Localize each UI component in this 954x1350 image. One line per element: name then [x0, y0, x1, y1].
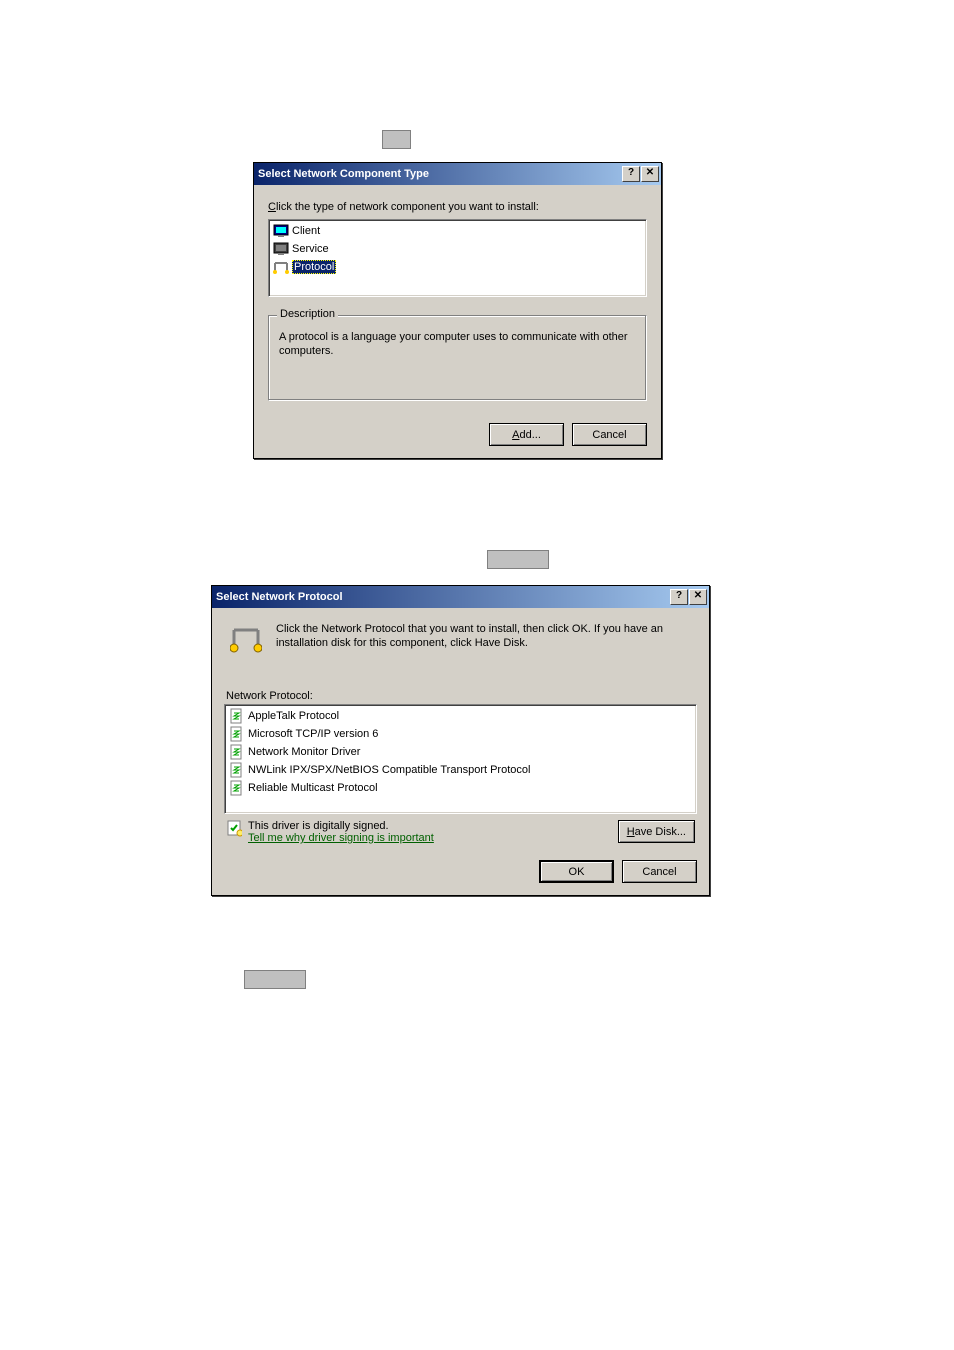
- protocol-item-label: AppleTalk Protocol: [248, 710, 339, 722]
- close-button[interactable]: ✕: [689, 589, 707, 605]
- placeholder-mid: [487, 550, 549, 569]
- component-item-label: Service: [292, 243, 329, 255]
- protocol-icon: [273, 259, 289, 275]
- component-item-label: Protocol: [292, 260, 336, 274]
- titlebar: Select Network Component Type ? ✕: [254, 163, 661, 185]
- cancel-button[interactable]: Cancel: [622, 860, 697, 883]
- signed-text: This driver is digitally signed.: [248, 820, 434, 832]
- description-legend: Description: [277, 308, 338, 320]
- add-button[interactable]: Add...: [489, 423, 564, 446]
- titlebar: Select Network Protocol ? ✕: [212, 586, 709, 608]
- protocol-item[interactable]: Reliable Multicast Protocol: [227, 779, 694, 797]
- cancel-button[interactable]: Cancel: [572, 423, 647, 446]
- description-group: Description A protocol is a language you…: [268, 315, 647, 401]
- component-item-service[interactable]: Service: [271, 240, 644, 258]
- component-type-list[interactable]: Client Service Protocol: [268, 219, 647, 297]
- protocol-item-label: Network Monitor Driver: [248, 746, 360, 758]
- instruction-text: Click the type of network component you …: [268, 201, 647, 213]
- service-icon: [273, 241, 289, 257]
- signed-icon: [226, 820, 242, 836]
- have-disk-button[interactable]: Have Disk...: [618, 820, 695, 843]
- description-text: A protocol is a language your computer u…: [279, 330, 636, 358]
- placeholder-bottom: [244, 970, 306, 989]
- protocol-item-label: Reliable Multicast Protocol: [248, 782, 378, 794]
- protocol-item[interactable]: Network Monitor Driver: [227, 743, 694, 761]
- inf-icon: [229, 744, 245, 760]
- client-icon: [273, 223, 289, 239]
- protocol-item[interactable]: AppleTalk Protocol: [227, 707, 694, 725]
- intro-text: Click the Network Protocol that you want…: [276, 622, 691, 650]
- driver-signing-link[interactable]: Tell me why driver signing is important: [248, 832, 434, 844]
- select-component-type-dialog: Select Network Component Type ? ✕ Click …: [253, 162, 662, 459]
- protocol-item[interactable]: NWLink IPX/SPX/NetBIOS Compatible Transp…: [227, 761, 694, 779]
- component-item-client[interactable]: Client: [271, 222, 644, 240]
- protocol-list[interactable]: AppleTalk Protocol Microsoft TCP/IP vers…: [224, 704, 697, 814]
- list-label: Network Protocol:: [226, 690, 695, 702]
- protocol-large-icon: [230, 622, 262, 654]
- inf-icon: [229, 726, 245, 742]
- inf-icon: [229, 708, 245, 724]
- protocol-item-label: Microsoft TCP/IP version 6: [248, 728, 378, 740]
- inf-icon: [229, 762, 245, 778]
- placeholder-top: [382, 130, 411, 149]
- help-button[interactable]: ?: [622, 166, 640, 182]
- inf-icon: [229, 780, 245, 796]
- close-button[interactable]: ✕: [641, 166, 659, 182]
- protocol-item-label: NWLink IPX/SPX/NetBIOS Compatible Transp…: [248, 764, 530, 776]
- component-item-protocol[interactable]: Protocol: [271, 258, 644, 276]
- help-button[interactable]: ?: [670, 589, 688, 605]
- component-item-label: Client: [292, 225, 320, 237]
- select-network-protocol-dialog: Select Network Protocol ? ✕ Click the Ne…: [211, 585, 710, 896]
- ok-button[interactable]: OK: [539, 860, 614, 883]
- dialog-title: Select Network Protocol: [216, 591, 343, 603]
- dialog-title: Select Network Component Type: [258, 168, 429, 180]
- protocol-item[interactable]: Microsoft TCP/IP version 6: [227, 725, 694, 743]
